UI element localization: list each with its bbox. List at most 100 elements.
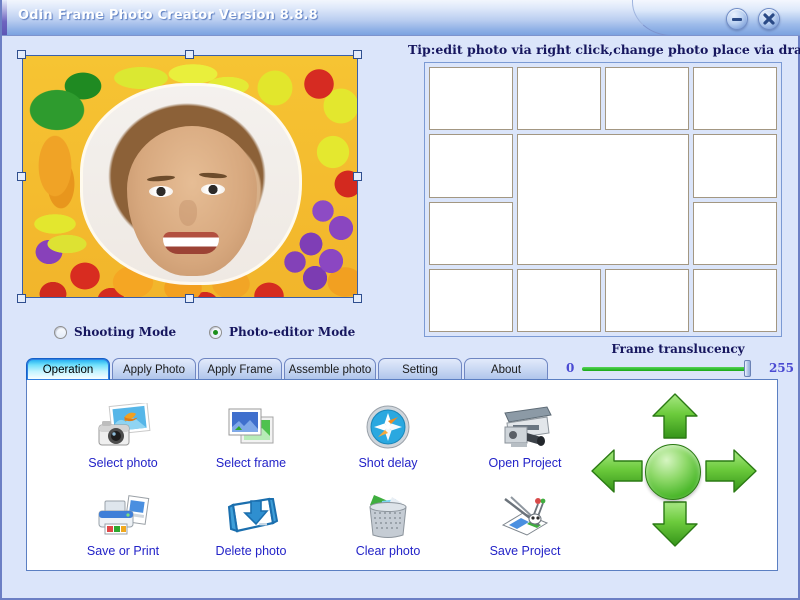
tip-label: Tip:edit photo via right click,change ph…: [408, 42, 800, 57]
tab-strip: Operation Apply Photo Apply Frame Assemble …: [26, 358, 566, 380]
tab-label: About: [490, 363, 522, 376]
slider-max-label: 255: [768, 361, 794, 375]
resize-handle-bottom-left[interactable]: [17, 294, 26, 303]
photo-image: [83, 86, 299, 282]
open-project-button[interactable]: Open Project: [464, 386, 586, 470]
move-left-button[interactable]: [590, 446, 646, 501]
pen-drafting-icon: [497, 491, 553, 541]
shot-delay-label: Shot delay: [358, 456, 418, 470]
frame-translucency-control: Frame translucency 0 255: [562, 342, 794, 377]
printer-icon: [95, 491, 151, 541]
close-icon: [763, 13, 775, 25]
thumbnail-grid: [429, 67, 777, 332]
move-right-button[interactable]: [702, 446, 758, 501]
tab-apply-frame[interactable]: Apply Frame: [198, 358, 282, 380]
open-project-label: Open Project: [488, 456, 562, 470]
select-frame-label: Select frame: [215, 456, 287, 470]
arrow-right-icon: [705, 449, 757, 493]
arrow-up-icon: [652, 393, 698, 439]
center-button[interactable]: [645, 444, 701, 500]
minimize-icon: [732, 18, 742, 21]
resize-handle-top-right[interactable]: [353, 50, 362, 59]
resize-handle-top-left[interactable]: [17, 50, 26, 59]
thumbnail-cell[interactable]: [517, 268, 601, 332]
tab-label: Setting: [402, 363, 438, 376]
tab-label: Operation: [42, 363, 94, 376]
eyebrow-left: [146, 174, 176, 183]
translucency-slider[interactable]: 0 255: [562, 360, 794, 377]
tab-apply-photo[interactable]: Apply Photo: [112, 358, 196, 380]
compass-clock-icon: [360, 403, 416, 453]
tab-label: Apply Frame: [207, 363, 273, 376]
picture-frames-icon: [223, 403, 279, 453]
tab-about[interactable]: About: [464, 358, 548, 380]
slider-thumb[interactable]: [744, 360, 751, 377]
frame-translucency-label: Frame translucency: [611, 342, 745, 356]
clear-photo-label: Clear photo: [355, 544, 421, 558]
resize-handle-middle-right[interactable]: [353, 172, 362, 181]
clear-photo-button[interactable]: Clear photo: [327, 474, 449, 558]
radio-shooting-mode-label: Shooting Mode: [74, 325, 177, 339]
eye-left: [149, 186, 173, 197]
delete-photo-label: Delete photo: [215, 544, 287, 558]
thumbnail-cell[interactable]: [429, 134, 513, 198]
save-or-print-label: Save or Print: [86, 544, 160, 558]
radio-photo-editor-mode[interactable]: Photo-editor Mode: [209, 325, 355, 339]
resize-handle-bottom-center[interactable]: [185, 294, 194, 303]
mode-selector: Shooting Mode Photo-editor Mode: [54, 325, 374, 347]
mouth-smile: [163, 232, 219, 254]
arrow-left-icon: [591, 449, 643, 493]
photo-preview-canvas[interactable]: [22, 55, 358, 298]
save-project-label: Save Project: [489, 544, 561, 558]
select-photo-label: Select photo: [88, 456, 158, 470]
move-down-button[interactable]: [647, 500, 703, 555]
face-graphic: [127, 126, 257, 276]
tab-operation[interactable]: Operation: [26, 358, 110, 380]
radio-photo-editor-mode-label: Photo-editor Mode: [229, 325, 356, 339]
resize-handle-top-center[interactable]: [185, 50, 194, 59]
shot-delay-button[interactable]: Shot delay: [327, 386, 449, 470]
slider-track[interactable]: [582, 367, 750, 371]
thumbnail-cell[interactable]: [693, 268, 777, 332]
box-down-arrow-icon: [223, 491, 279, 541]
trash-bin-icon: [360, 491, 416, 541]
thumbnail-cell[interactable]: [693, 134, 777, 198]
resize-handle-middle-left[interactable]: [17, 172, 26, 181]
save-project-button[interactable]: Save Project: [464, 474, 586, 558]
thumbnail-cell[interactable]: [517, 134, 689, 265]
tab-label: Assemble photo: [288, 363, 372, 376]
tab-label: Apply Photo: [122, 363, 185, 376]
thumbnail-cell[interactable]: [429, 201, 513, 265]
title-bar: Odin Frame Photo Creator Version 8.8.8: [2, 0, 800, 36]
eyebrow-right: [198, 172, 228, 179]
navigation-pad: [590, 392, 760, 558]
window-title: Odin Frame Photo Creator Version 8.8.8: [18, 8, 318, 23]
camera-photo-icon: [95, 402, 151, 453]
thumbnail-cell[interactable]: [429, 67, 513, 131]
thumbnail-cell[interactable]: [693, 67, 777, 131]
select-frame-button[interactable]: Select frame: [190, 386, 312, 470]
eye-right: [201, 184, 225, 195]
resize-handle-bottom-right[interactable]: [353, 294, 362, 303]
scanner-open-icon: [497, 403, 553, 453]
minimize-button[interactable]: [726, 8, 748, 30]
select-photo-button[interactable]: Select photo: [62, 386, 184, 470]
tab-assemble-photo[interactable]: Assemble photo: [284, 358, 376, 380]
radio-shooting-mode[interactable]: Shooting Mode: [54, 325, 176, 339]
move-up-button[interactable]: [647, 392, 703, 447]
thumbnail-panel: [424, 62, 782, 337]
save-or-print-button[interactable]: Save or Print: [62, 474, 184, 558]
close-button[interactable]: [758, 8, 780, 30]
delete-photo-button[interactable]: Delete photo: [190, 474, 312, 558]
portrait-photo: [83, 86, 299, 282]
thumbnail-cell[interactable]: [693, 201, 777, 265]
thumbnail-cell[interactable]: [429, 268, 513, 332]
thumbnail-cell[interactable]: [517, 67, 601, 131]
tab-setting[interactable]: Setting: [378, 358, 462, 380]
title-bar-left-edge: [2, 0, 7, 35]
thumbnail-cell[interactable]: [605, 268, 689, 332]
radio-dot-selected-icon: [209, 325, 222, 339]
nose: [179, 200, 197, 226]
slider-min-label: 0: [566, 361, 575, 375]
thumbnail-cell[interactable]: [605, 67, 689, 131]
